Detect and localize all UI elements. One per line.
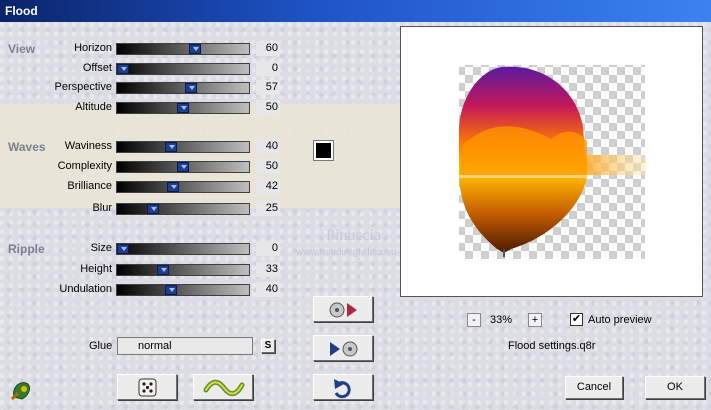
height-value[interactable]: 33 [256, 262, 280, 277]
blur-label: Blur [92, 202, 112, 214]
blur-thumb[interactable] [147, 204, 159, 214]
load-preset-icon [329, 302, 357, 318]
brilliance-value[interactable]: 42 [256, 179, 280, 194]
preview-panel[interactable] [400, 26, 703, 297]
offset-value[interactable]: 0 [256, 61, 280, 76]
ok-button[interactable]: OK [645, 376, 705, 399]
cancel-button[interactable]: Cancel [565, 376, 623, 399]
offset-label: Offset [82, 62, 112, 74]
altitude-thumb[interactable] [177, 103, 189, 113]
height-label: Height [80, 263, 112, 275]
height-thumb[interactable] [156, 265, 169, 275]
perspective-slider-row: Perspective 57 [0, 80, 400, 95]
brilliance-slider-row: Brilliance 42 [0, 179, 400, 194]
horizon-slider-row: Horizon 60 [0, 41, 400, 56]
brilliance-label: Brilliance [67, 180, 112, 192]
waviness-slider[interactable] [116, 141, 250, 153]
auto-preview-checkbox[interactable]: ✔ [570, 313, 583, 326]
blur-value[interactable]: 25 [256, 201, 280, 216]
altitude-slider-row: Altitude 50 [0, 100, 400, 115]
save-preset-icon [330, 341, 358, 357]
zoom-level: 33% [490, 314, 513, 326]
zoom-out-button[interactable]: - [467, 313, 481, 327]
undulation-slider-row: Undulation 40 [0, 282, 400, 297]
undo-button[interactable] [313, 374, 373, 400]
brilliance-thumb[interactable] [167, 182, 180, 192]
horizon-label: Horizon [74, 42, 112, 54]
undulation-label: Undulation [59, 283, 112, 295]
altitude-label: Altitude [75, 101, 112, 113]
offset-slider[interactable] [116, 63, 250, 75]
waviness-value[interactable]: 40 [256, 139, 280, 154]
complexity-slider[interactable] [116, 161, 250, 173]
watermark-url: www.maidiregrafica.eu [296, 247, 397, 258]
waviness-label: Waviness [64, 140, 112, 152]
wave-icon [203, 379, 245, 397]
load-preset-button[interactable] [313, 296, 373, 322]
glue-mode-select[interactable]: normal [117, 337, 253, 355]
watermark-name: Pinuccia [326, 227, 382, 244]
waviness-thumb[interactable] [165, 142, 177, 152]
save-preset-button[interactable] [313, 335, 373, 361]
size-thumb[interactable] [117, 244, 129, 254]
wave-color-swatch[interactable] [313, 140, 334, 161]
horizon-thumb[interactable] [189, 44, 201, 54]
perspective-thumb[interactable] [185, 83, 198, 93]
settings-file-name: Flood settings.q8r [508, 340, 596, 352]
horizon-value[interactable]: 60 [256, 41, 280, 56]
size-slider[interactable] [116, 243, 250, 255]
dice-icon [138, 378, 157, 397]
undulation-value[interactable]: 40 [256, 282, 280, 297]
undulation-thumb[interactable] [165, 285, 177, 295]
glue-s-button[interactable]: S [261, 339, 275, 353]
preview-image [459, 65, 646, 259]
blur-slider[interactable] [116, 203, 250, 215]
complexity-value[interactable]: 50 [256, 159, 280, 174]
undulation-slider[interactable] [116, 284, 250, 296]
altitude-value[interactable]: 50 [256, 100, 280, 115]
brilliance-slider[interactable] [116, 181, 250, 193]
altitude-slider[interactable] [116, 102, 250, 114]
complexity-label: Complexity [57, 160, 112, 172]
zoom-in-button[interactable]: + [528, 313, 542, 327]
perspective-label: Perspective [54, 81, 112, 93]
undo-icon [334, 379, 351, 399]
horizon-slider[interactable] [116, 43, 250, 55]
auto-preview-label[interactable]: Auto preview [588, 314, 652, 326]
height-slider-row: Height 33 [0, 262, 400, 277]
plugin-logo-icon[interactable] [8, 377, 34, 403]
height-slider[interactable] [116, 264, 250, 276]
offset-slider-row: Offset 0 [0, 61, 400, 76]
glue-label: Glue [89, 340, 113, 352]
randomize-button[interactable] [117, 374, 177, 400]
blur-slider-row: Blur 25 [0, 201, 400, 216]
reset-button[interactable] [193, 374, 253, 400]
perspective-slider[interactable] [116, 82, 250, 94]
size-label: Size [90, 242, 112, 254]
perspective-value[interactable]: 57 [256, 80, 280, 95]
window-title: Flood [0, 0, 711, 22]
complexity-thumb[interactable] [177, 162, 189, 172]
complexity-slider-row: Complexity 50 [0, 159, 400, 174]
waviness-slider-row: Waviness 40 [0, 139, 400, 154]
size-value[interactable]: 0 [256, 241, 280, 256]
offset-thumb[interactable] [117, 64, 129, 74]
